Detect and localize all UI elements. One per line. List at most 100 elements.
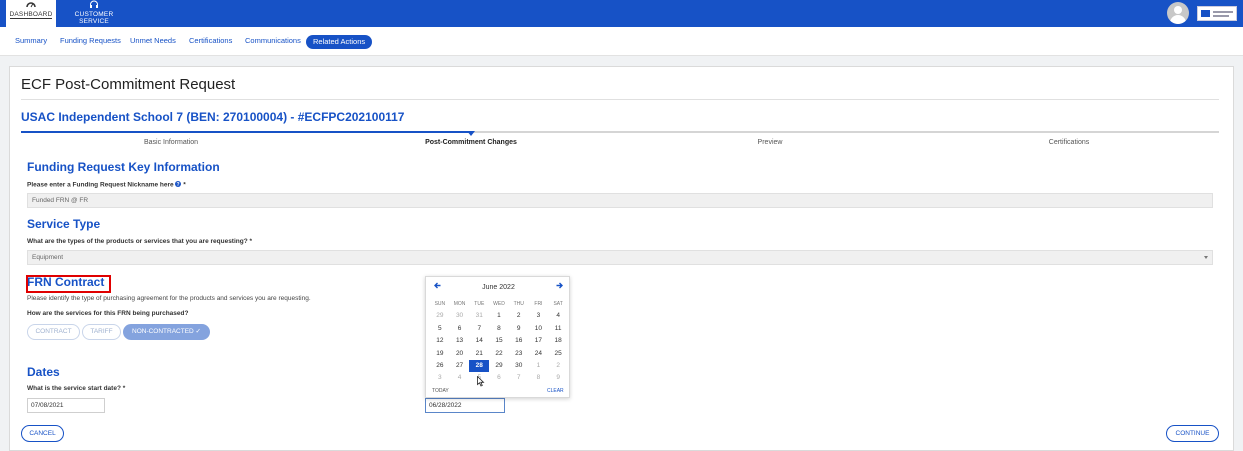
sub-navigation: Summary Funding Requests Unmet Needs Cer… (0, 27, 1243, 56)
nav-dashboard-label: DASHBOARD (9, 11, 53, 19)
calendar-weekday: SAT (553, 301, 563, 307)
calendar-day[interactable]: 23 (509, 348, 529, 360)
calendar-day[interactable]: 14 (469, 335, 489, 347)
calendar-day[interactable]: 9 (509, 323, 529, 335)
calendar-day[interactable]: 6 (450, 323, 470, 335)
calendar-weekday: THU (513, 301, 524, 307)
calendar-month-label[interactable]: June 2022 (426, 284, 571, 291)
calendar-weekday: WED (493, 301, 505, 307)
page-subtitle: USAC Independent School 7 (BEN: 27010000… (21, 110, 405, 124)
calendar-today-button[interactable]: TODAY (432, 388, 449, 394)
start-date-label: What is the service start date? * (27, 385, 126, 392)
usac-logo (1197, 6, 1237, 21)
contract-option-button[interactable]: CONTRACT (27, 324, 80, 340)
chevron-down-icon (1204, 256, 1208, 259)
user-avatar[interactable] (1167, 2, 1189, 24)
calendar-day[interactable]: 31 (469, 310, 489, 322)
calendar-day[interactable]: 29 (489, 360, 509, 372)
section-dates-heading: Dates (27, 365, 60, 379)
step-post-commitment-changes: Post-Commitment Changes (425, 139, 517, 146)
calendar-day[interactable]: 29 (430, 310, 450, 322)
tab-summary[interactable]: Summary (15, 36, 47, 45)
service-type-select[interactable]: Equipment (27, 250, 1213, 265)
calendar-day[interactable]: 18 (548, 335, 568, 347)
calendar-day[interactable]: 30 (450, 310, 470, 322)
calendar-day[interactable]: 1 (489, 310, 509, 322)
nickname-input[interactable]: Funded FRN @ FR (27, 193, 1213, 208)
tab-funding-requests[interactable]: Funding Requests (60, 36, 121, 45)
continue-button[interactable]: CONTINUE (1166, 425, 1219, 442)
nav-customer-service-label: CUSTOMER SERVICE (74, 11, 114, 25)
calendar-day[interactable]: 7 (469, 323, 489, 335)
stepper-current-marker (467, 131, 475, 136)
divider (21, 99, 1219, 100)
non-contracted-option-button[interactable]: NON-CONTRACTED ✓ (123, 324, 210, 340)
calendar-day[interactable]: 4 (450, 372, 470, 384)
calendar-day[interactable]: 12 (430, 335, 450, 347)
page-title: ECF Post-Commitment Request (21, 76, 236, 93)
tab-communications[interactable]: Communications (245, 36, 301, 45)
calendar-day[interactable]: 15 (489, 335, 509, 347)
calendar-day[interactable]: 6 (489, 372, 509, 384)
calendar-day[interactable]: 9 (548, 372, 568, 384)
calendar-day[interactable]: 11 (548, 323, 568, 335)
calendar-day[interactable]: 1 (529, 360, 549, 372)
date-picker-input[interactable]: 06/28/2022 (425, 398, 505, 413)
calendar-day[interactable]: 7 (509, 372, 529, 384)
calendar-day[interactable]: 25 (548, 348, 568, 360)
calendar-day[interactable]: 22 (489, 348, 509, 360)
step-preview: Preview (757, 139, 783, 146)
calendar-grid: SUN MON TUE WED THU FRI SAT 29 30 31 1 2 3 4 5 6 7 8 9 10 11… (430, 298, 568, 385)
tab-related-actions[interactable]: Related Actions (306, 35, 373, 49)
calendar-day[interactable]: 19 (430, 348, 450, 360)
calendar-day[interactable]: 27 (450, 360, 470, 372)
tab-certifications[interactable]: Certifications (189, 36, 232, 45)
calendar-weekday: FRI (534, 301, 543, 307)
highlight-annotation-box (26, 275, 111, 293)
service-type-value: Equipment (32, 254, 64, 261)
calendar-day[interactable]: 21 (469, 348, 489, 360)
arrow-right-icon[interactable] (556, 282, 563, 291)
svg-text:?: ? (177, 182, 180, 187)
purchase-method-label: How are the services for this FRN being … (27, 310, 189, 317)
calendar-day[interactable]: 2 (509, 310, 529, 322)
tab-unmet-needs[interactable]: Unmet Needs (130, 36, 176, 45)
start-date-input[interactable]: 07/08/2021 (27, 398, 105, 413)
nickname-label: Please enter a Funding Request Nickname … (27, 181, 186, 189)
frn-contract-description: Please identify the type of purchasing a… (27, 295, 311, 302)
nav-customer-service[interactable]: CUSTOMER SERVICE (60, 0, 128, 27)
calendar-day[interactable]: 8 (489, 323, 509, 335)
step-certifications: Certifications (1048, 139, 1090, 146)
calendar-day[interactable]: 26 (430, 360, 450, 372)
nickname-label-text: Please enter a Funding Request Nickname … (27, 181, 174, 189)
dashboard-icon (6, 0, 56, 11)
calendar-day[interactable]: 13 (450, 335, 470, 347)
calendar-weekday: MON (453, 301, 466, 307)
calendar-clear-button[interactable]: CLEAR (547, 388, 564, 394)
step-basic-information: Basic Information (143, 139, 199, 146)
calendar-weekday: TUE (474, 301, 485, 307)
calendar-day[interactable]: 3 (529, 310, 549, 322)
stepper-progress (21, 131, 471, 133)
calendar-day[interactable]: 30 (509, 360, 529, 372)
calendar-popup: June 2022 SUN MON TUE WED THU FRI SAT 29 30 31 1 2 3… (425, 276, 570, 398)
calendar-day[interactable]: 17 (529, 335, 549, 347)
calendar-day[interactable]: 2 (548, 360, 568, 372)
cancel-button[interactable]: CANCEL (21, 425, 64, 442)
tariff-option-button[interactable]: TARIFF (82, 324, 121, 340)
calendar-day[interactable]: 4 (548, 310, 568, 322)
calendar-day[interactable]: 20 (450, 348, 470, 360)
section-service-type-heading: Service Type (27, 217, 101, 231)
service-type-label: What are the types of the products or se… (27, 238, 253, 245)
headset-icon (60, 0, 128, 11)
calendar-day[interactable]: 28 (469, 359, 490, 373)
calendar-day[interactable]: 3 (430, 372, 450, 384)
calendar-day[interactable]: 8 (529, 372, 549, 384)
calendar-day[interactable]: 16 (509, 335, 529, 347)
calendar-day[interactable]: 24 (529, 348, 549, 360)
required-marker: * (183, 181, 186, 189)
calendar-day[interactable]: 5 (430, 323, 450, 335)
nav-dashboard[interactable]: DASHBOARD (6, 0, 56, 27)
mouse-cursor-icon (477, 374, 485, 392)
calendar-day[interactable]: 10 (529, 323, 549, 335)
